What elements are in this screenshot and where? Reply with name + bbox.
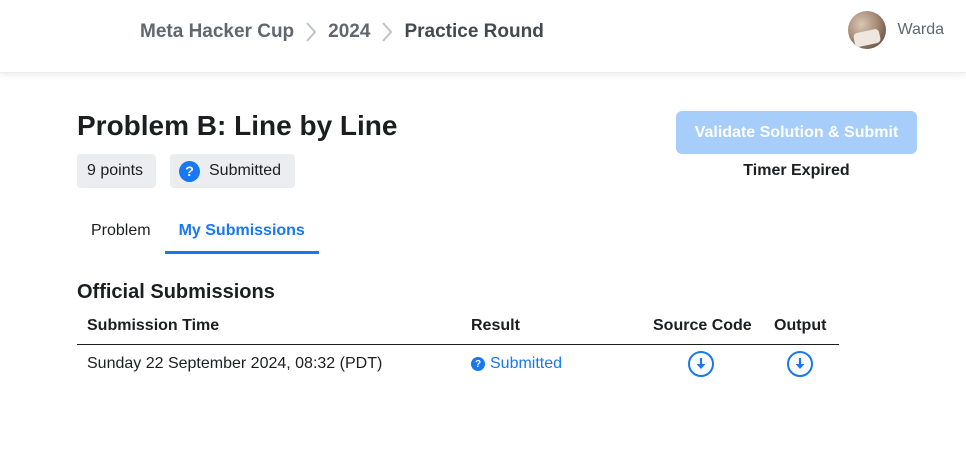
column-header-result: Result bbox=[471, 317, 520, 334]
problem-tabs: Problem My Submissions bbox=[77, 214, 319, 254]
top-navigation-bar: Meta Hacker Cup 2024 Practice Round Ward… bbox=[0, 0, 966, 73]
breadcrumb: Meta Hacker Cup 2024 Practice Round bbox=[140, 19, 544, 45]
submission-result-link[interactable]: ? Submitted bbox=[471, 355, 562, 373]
user-menu[interactable]: Warda bbox=[848, 11, 944, 49]
section-title: Official Submissions bbox=[77, 281, 275, 303]
avatar[interactable] bbox=[848, 11, 887, 49]
download-source-code-icon[interactable] bbox=[688, 351, 714, 377]
column-header-source-code: Source Code bbox=[653, 317, 752, 334]
breadcrumb-item-year[interactable]: 2024 bbox=[328, 21, 370, 43]
submission-result-label[interactable]: Submitted bbox=[490, 355, 562, 373]
table-row: Sunday 22 September 2024, 08:32 (PDT) ? … bbox=[77, 345, 839, 385]
status-label: Submitted bbox=[209, 162, 282, 179]
breadcrumb-item-round: Practice Round bbox=[404, 21, 544, 42]
chevron-right-icon bbox=[370, 19, 404, 45]
submission-time: Sunday 22 September 2024, 08:32 (PDT) bbox=[87, 355, 383, 372]
points-badge: 9 points bbox=[77, 154, 156, 188]
page-title: Problem B: Line by Line bbox=[77, 110, 398, 141]
tab-problem[interactable]: Problem bbox=[77, 214, 165, 254]
timer-status: Timer Expired bbox=[743, 162, 850, 179]
submissions-table: Submission Time Result Source Code Outpu… bbox=[77, 306, 839, 385]
validate-submit-button[interactable]: Validate Solution & Submit bbox=[676, 111, 917, 154]
breadcrumb-item-hacker-cup[interactable]: Meta Hacker Cup bbox=[140, 21, 294, 43]
download-output-icon[interactable] bbox=[787, 351, 813, 377]
question-circle-icon: ? bbox=[471, 357, 485, 371]
points-label: 9 points bbox=[87, 162, 144, 179]
column-header-output: Output bbox=[774, 317, 827, 334]
tab-my-submissions[interactable]: My Submissions bbox=[164, 214, 319, 254]
column-header-time: Submission Time bbox=[87, 317, 220, 334]
user-name[interactable]: Warda bbox=[897, 21, 944, 39]
question-circle-icon: ? bbox=[179, 160, 200, 182]
status-badge: ? Submitted bbox=[170, 154, 295, 188]
table-header: Submission Time Result Source Code Outpu… bbox=[77, 306, 839, 345]
chevron-right-icon bbox=[294, 19, 328, 45]
